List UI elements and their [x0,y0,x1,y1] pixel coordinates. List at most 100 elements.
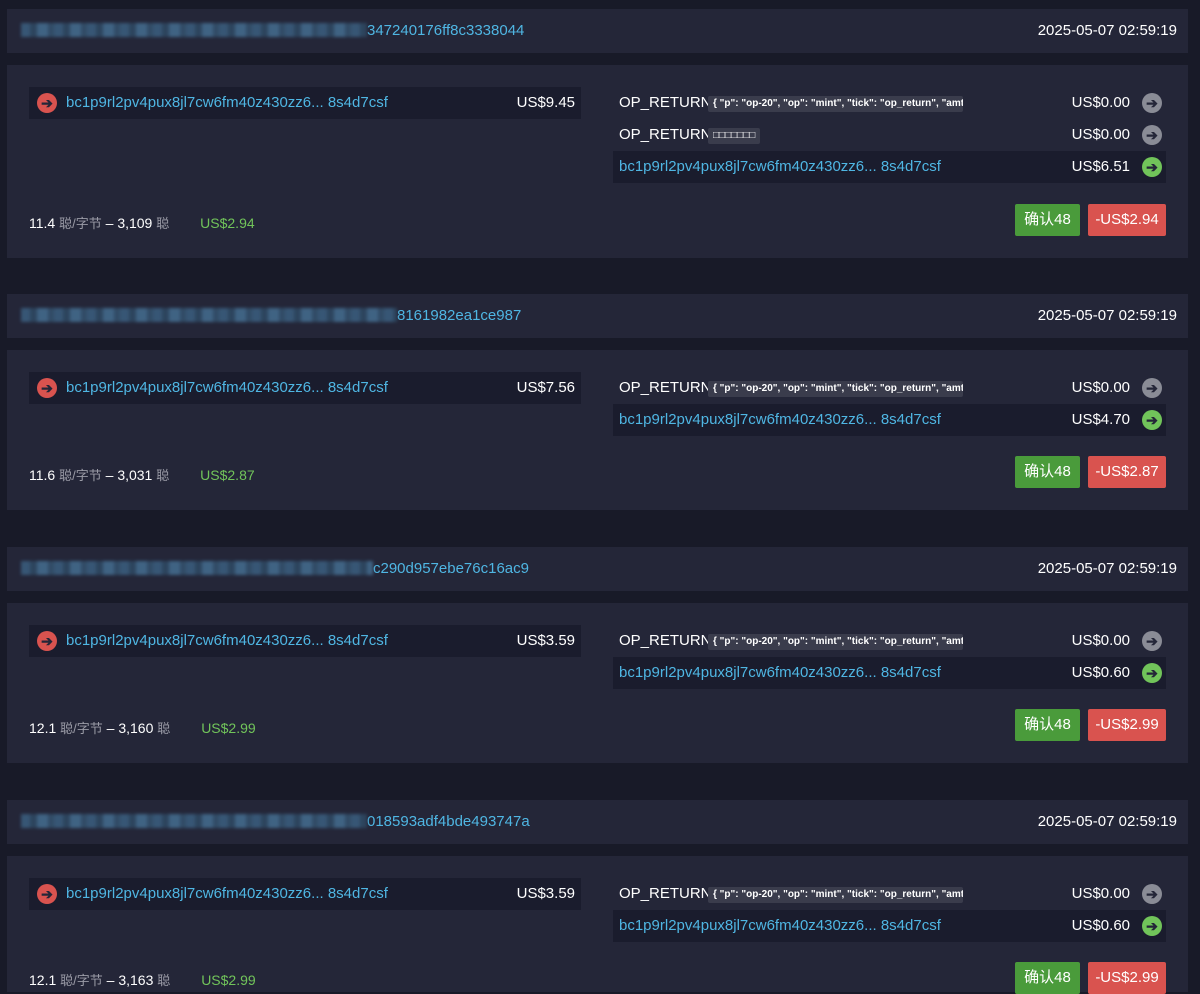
fee-usd: US$2.94 [200,215,255,231]
op-return-data-badge: { "p": "op-20", "op": "mint", "tick": "o… [708,634,963,650]
transaction-card: 347240176ff8c3338044 2025-05-07 02:59:19… [7,9,1188,258]
output-amount: US$6.51 [1071,158,1130,175]
confirmations-button[interactable]: 确认48 [1015,456,1080,488]
output-amount: US$0.60 [1071,917,1130,934]
output-amount: US$0.00 [1071,126,1130,143]
arrow-right-grey-icon[interactable]: ➔ [1142,93,1162,113]
timestamp: 2025-05-07 02:59:19 [1037,22,1177,39]
confirmations-button[interactable]: 确认48 [1015,204,1080,236]
confirmations-button[interactable]: 确认48 [1015,709,1080,741]
transaction-header: 018593adf4bde493747a 2025-05-07 02:59:19 [7,800,1188,844]
arrow-right-green-icon[interactable]: ➔ [1142,410,1162,430]
transaction-card: c290d957ebe76c16ac9 2025-05-07 02:59:19 … [7,547,1188,763]
transaction-body: ➔ bc1p9rl2pv4pux8jl7cw6fm40z430zz6... 8s… [7,603,1188,763]
output-row: OP_RETURN { "p": "op-20", "op": "mint", … [613,878,1166,910]
input-amount: US$3.59 [516,632,575,649]
input-address-link[interactable]: bc1p9rl2pv4pux8jl7cw6fm40z430zz6... 8s4d… [66,625,388,657]
timestamp: 2025-05-07 02:59:19 [1037,813,1177,830]
op-return-label: OP_RETURN [619,126,712,143]
op-return-label: OP_RETURN [619,885,712,902]
fee-usd: US$2.87 [200,467,255,483]
fee-sats: 3,109 [117,215,153,231]
fee-rate-unit: 聪/字节 [59,216,102,231]
timestamp: 2025-05-07 02:59:19 [1037,307,1177,324]
op-return-label: OP_RETURN [619,94,712,111]
input-row: ➔ bc1p9rl2pv4pux8jl7cw6fm40z430zz6... 8s… [29,372,581,404]
arrow-right-green-icon[interactable]: ➔ [1142,663,1162,683]
fee-sats: 3,160 [118,720,154,736]
fee-sats-unit: 聪 [157,721,171,736]
fee-rate: 11.6 [29,467,56,483]
input-address-link[interactable]: bc1p9rl2pv4pux8jl7cw6fm40z430zz6... 8s4d… [66,878,388,910]
txid-link[interactable]: 8161982ea1ce987 [21,294,521,338]
output-row: OP_RETURN □□□□□□□ US$0.00 ➔ [613,119,1166,151]
output-row: bc1p9rl2pv4pux8jl7cw6fm40z430zz6... 8s4d… [613,151,1166,183]
txid-link[interactable]: c290d957ebe76c16ac9 [21,547,529,591]
redacted-txid-blur [21,22,367,37]
fee-separator: – [105,215,114,231]
arrow-right-grey-icon[interactable]: ➔ [1142,125,1162,145]
arrow-right-grey-icon[interactable]: ➔ [1142,631,1162,651]
fee-rate-unit: 聪/字节 [60,973,103,988]
output-address-link[interactable]: bc1p9rl2pv4pux8jl7cw6fm40z430zz6... 8s4d… [619,910,941,942]
input-row: ➔ bc1p9rl2pv4pux8jl7cw6fm40z430zz6... 8s… [29,878,581,910]
fee-usd: US$2.99 [201,720,256,736]
output-address-link[interactable]: bc1p9rl2pv4pux8jl7cw6fm40z430zz6... 8s4d… [619,657,941,689]
transaction-header: 347240176ff8c3338044 2025-05-07 02:59:19 [7,9,1188,53]
output-row: bc1p9rl2pv4pux8jl7cw6fm40z430zz6... 8s4d… [613,910,1166,942]
input-amount: US$9.45 [516,94,575,111]
arrow-right-grey-icon[interactable]: ➔ [1142,378,1162,398]
output-address-link[interactable]: bc1p9rl2pv4pux8jl7cw6fm40z430zz6... 8s4d… [619,404,941,436]
arrow-right-red-icon[interactable]: ➔ [37,378,57,398]
transaction-header: 8161982ea1ce987 2025-05-07 02:59:19 [7,294,1188,338]
transaction-card: 018593adf4bde493747a 2025-05-07 02:59:19… [7,800,1188,994]
output-amount: US$0.60 [1071,664,1130,681]
timestamp: 2025-05-07 02:59:19 [1037,560,1177,577]
transaction-card: 8161982ea1ce987 2025-05-07 02:59:19 ➔ bc… [7,294,1188,510]
net-amount-button[interactable]: -US$2.87 [1088,456,1166,488]
fee-sats-unit: 聪 [157,973,171,988]
output-amount: US$0.00 [1071,379,1130,396]
fee-usd: US$2.99 [201,972,256,988]
txid-link[interactable]: 018593adf4bde493747a [21,800,530,844]
txid-suffix: 347240176ff8c3338044 [367,22,525,39]
net-amount-button[interactable]: -US$2.99 [1088,709,1166,741]
fee-sats: 3,163 [118,972,154,988]
arrow-right-red-icon[interactable]: ➔ [37,93,57,113]
op-return-data-badge: { "p": "op-20", "op": "mint", "tick": "o… [708,381,963,397]
input-address-link[interactable]: bc1p9rl2pv4pux8jl7cw6fm40z430zz6... 8s4d… [66,87,388,119]
output-row: bc1p9rl2pv4pux8jl7cw6fm40z430zz6... 8s4d… [613,657,1166,689]
op-return-data-badge: { "p": "op-20", "op": "mint", "tick": "o… [708,96,963,112]
txid-suffix: 018593adf4bde493747a [367,813,530,830]
transaction-body: ➔ bc1p9rl2pv4pux8jl7cw6fm40z430zz6... 8s… [7,65,1188,258]
arrow-right-red-icon[interactable]: ➔ [37,884,57,904]
confirmations-button[interactable]: 确认48 [1015,962,1080,994]
fee-rate: 12.1 [29,972,57,988]
arrow-right-red-icon[interactable]: ➔ [37,631,57,651]
output-address-link[interactable]: bc1p9rl2pv4pux8jl7cw6fm40z430zz6... 8s4d… [619,151,941,183]
fee-rate: 12.1 [29,720,57,736]
net-amount-button[interactable]: -US$2.94 [1088,204,1166,236]
transaction-list: 347240176ff8c3338044 2025-05-07 02:59:19… [0,0,1200,994]
fee-separator: – [105,467,114,483]
arrow-right-grey-icon[interactable]: ➔ [1142,884,1162,904]
fee-separator: – [106,972,115,988]
txid-link[interactable]: 347240176ff8c3338044 [21,9,524,53]
op-return-data-badge: { "p": "op-20", "op": "mint", "tick": "o… [708,887,963,903]
redacted-txid-blur [21,813,367,828]
output-amount: US$0.00 [1071,632,1130,649]
fee-rate-unit: 聪/字节 [60,721,103,736]
fee-info: 12.1 聪/字节 – 3,160 聪 US$2.99 [29,718,256,737]
fee-sats-unit: 聪 [156,216,170,231]
transaction-body: ➔ bc1p9rl2pv4pux8jl7cw6fm40z430zz6... 8s… [7,350,1188,510]
transaction-body: ➔ bc1p9rl2pv4pux8jl7cw6fm40z430zz6... 8s… [7,856,1188,994]
net-amount-button[interactable]: -US$2.99 [1088,962,1166,994]
arrow-right-green-icon[interactable]: ➔ [1142,916,1162,936]
arrow-right-green-icon[interactable]: ➔ [1142,157,1162,177]
input-amount: US$3.59 [516,885,575,902]
fee-sats-unit: 聪 [156,468,170,483]
input-address-link[interactable]: bc1p9rl2pv4pux8jl7cw6fm40z430zz6... 8s4d… [66,372,388,404]
input-row: ➔ bc1p9rl2pv4pux8jl7cw6fm40z430zz6... 8s… [29,87,581,119]
transaction-header: c290d957ebe76c16ac9 2025-05-07 02:59:19 [7,547,1188,591]
output-row: OP_RETURN { "p": "op-20", "op": "mint", … [613,372,1166,404]
